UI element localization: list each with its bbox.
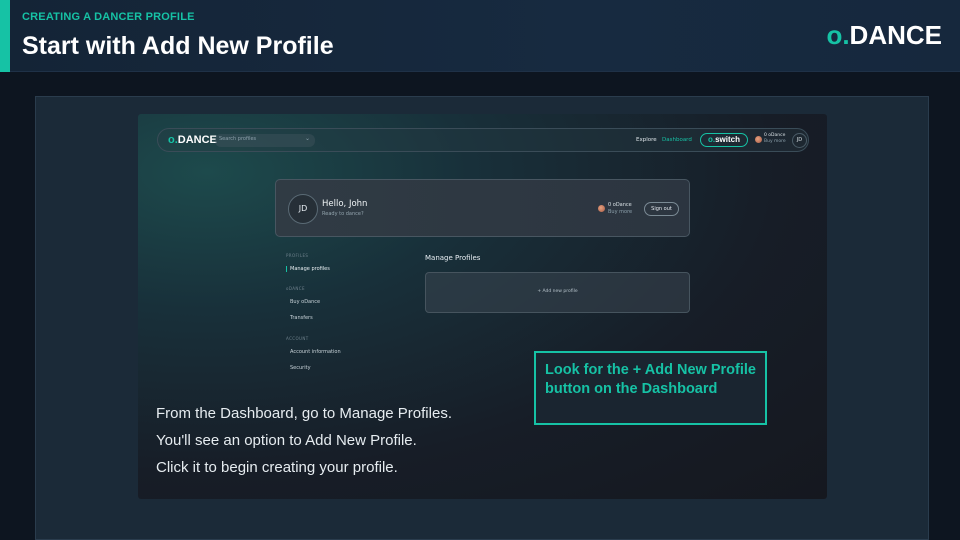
profile-card: JD Hello, John Ready to dance? 0 oDance … — [275, 179, 690, 237]
card-balance-label: 0 oDance — [608, 202, 632, 208]
add-new-profile-button[interactable]: + Add new profile — [426, 289, 689, 294]
nav-dashboard-link[interactable]: Dashboard — [662, 137, 692, 143]
app-logo-text: DANCE — [177, 134, 217, 146]
switch-text: switch — [715, 135, 740, 144]
profile-subtitle: Ready to dance? — [322, 211, 364, 217]
slide-eyebrow: CREATING A DANCER PROFILE — [22, 11, 195, 23]
profile-avatar: JD — [288, 194, 318, 224]
callout-box: Look for the + Add New Profile button on… — [534, 351, 767, 425]
app-navbar: o.DANCE Search profiles ⌄ Explore Dashbo… — [157, 128, 809, 152]
brand-logo-o: o. — [826, 20, 850, 50]
add-new-profile-panel[interactable]: + Add new profile — [425, 272, 690, 313]
nav-balance: 0 oDance Buy more — [764, 133, 786, 145]
card-buy-more-link[interactable]: Buy more — [608, 209, 632, 216]
instruction-line: You'll see an option to Add New Profile. — [156, 432, 417, 449]
sidebar-item-security[interactable]: Security — [290, 365, 311, 371]
manage-profiles-title: Manage Profiles — [425, 254, 481, 262]
sidebar-item-transfers[interactable]: Transfers — [290, 315, 313, 321]
chevron-down-icon: ⌄ — [304, 135, 310, 142]
token-icon — [598, 205, 605, 212]
sidebar-item-buy-odance[interactable]: Buy oDance — [290, 299, 320, 305]
sidebar-heading-odance: oDANCE — [286, 286, 305, 291]
profile-greeting: Hello, John — [322, 199, 368, 209]
nav-buy-more-link[interactable]: Buy more — [764, 139, 786, 145]
slide-header: CREATING A DANCER PROFILE Start with Add… — [0, 0, 960, 72]
search-input[interactable]: Search profiles ⌄ — [215, 134, 315, 147]
brand-logo: o. DANCE — [826, 20, 942, 51]
token-icon — [755, 136, 762, 143]
nav-explore-link[interactable]: Explore — [636, 137, 657, 143]
sidebar-heading-profiles: PROFILES — [286, 253, 309, 258]
sign-out-button[interactable]: Sign out — [644, 202, 679, 216]
sidebar-item-account-information[interactable]: Account information — [290, 349, 341, 355]
slide-title: Start with Add New Profile — [22, 32, 334, 60]
instructions: From the Dashboard, go to Manage Profile… — [156, 400, 452, 481]
search-placeholder: Search profiles — [219, 136, 257, 142]
instruction-line: From the Dashboard, go to Manage Profile… — [156, 405, 452, 422]
instruction-line: Click it to begin creating your profile. — [156, 459, 398, 476]
accent-bar — [0, 0, 10, 72]
app-logo[interactable]: o.DANCE — [168, 134, 217, 146]
avatar[interactable]: JD — [792, 133, 807, 148]
brand-logo-text: DANCE — [849, 20, 942, 50]
switch-button[interactable]: o.switch — [700, 133, 748, 147]
app-logo-o: o. — [168, 134, 178, 146]
sidebar-item-manage-profiles[interactable]: Manage profiles — [286, 266, 330, 272]
sidebar-heading-account: ACCOUNT — [286, 336, 309, 341]
card-balance: 0 oDance Buy more — [608, 202, 632, 216]
